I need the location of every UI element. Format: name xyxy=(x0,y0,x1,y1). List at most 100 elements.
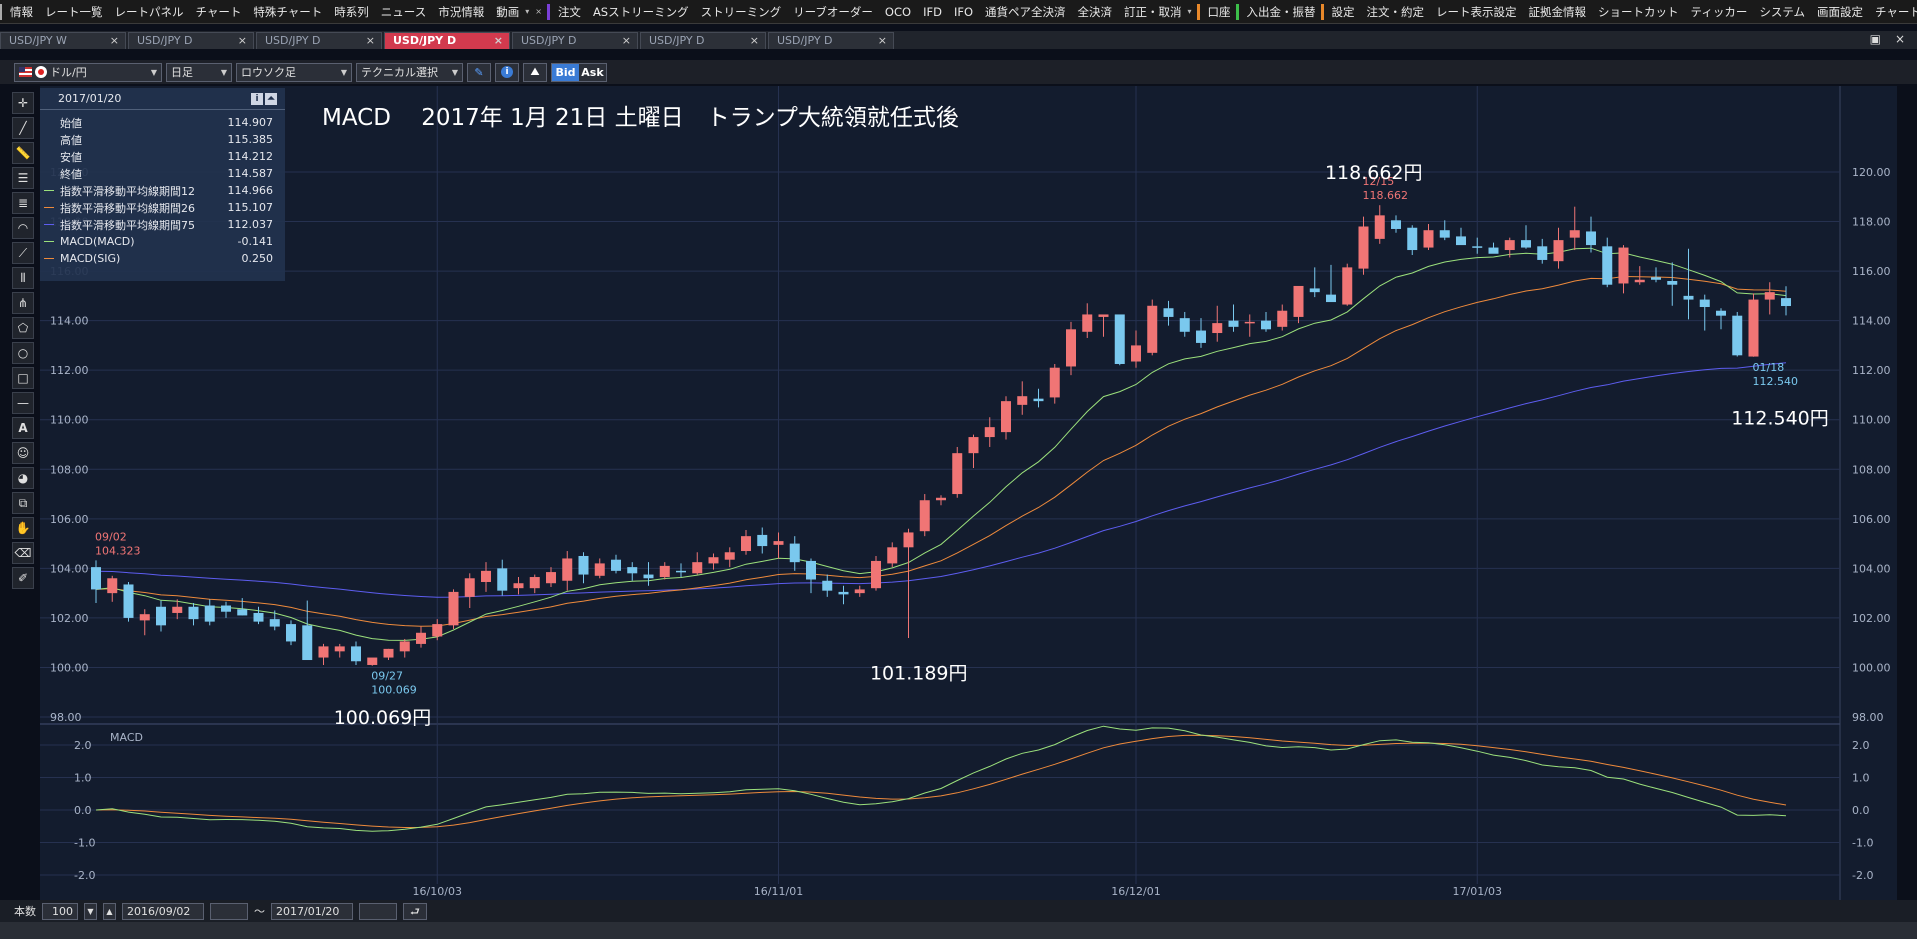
count-down-icon[interactable]: ▼ xyxy=(84,902,97,920)
tab-usdjpy[interactable]: USD/JPY D × xyxy=(512,32,638,49)
menu-item[interactable]: チャート xyxy=(1869,0,1917,23)
menu-item[interactable]: レート表示設定 xyxy=(1430,0,1523,23)
eraser-tool[interactable]: ⌫ xyxy=(12,542,34,564)
from-time-input[interactable] xyxy=(210,902,248,920)
menu-item[interactable]: レートパネル xyxy=(109,0,190,23)
menu-item[interactable]: 特殊チャート xyxy=(247,0,328,23)
restore-window-icon[interactable]: ▣ xyxy=(1870,32,1881,46)
menu-item[interactable]: 証拠金情報 xyxy=(1523,0,1593,23)
area-chart-button[interactable]: ⛰ xyxy=(523,62,547,82)
info-row: MACD(MACD) -0.141 xyxy=(40,233,285,250)
candle-body xyxy=(1748,299,1759,357)
candle-body xyxy=(741,536,751,552)
tab-usdjpy[interactable]: USD/JPY D × xyxy=(768,32,894,49)
menu-item[interactable]: 設定 xyxy=(1326,0,1361,23)
to-date-input[interactable]: 2017/01/20 xyxy=(271,902,353,920)
macd-line xyxy=(95,725,1787,832)
menu-item[interactable]: レート一覧 xyxy=(39,0,109,23)
menu-item[interactable]: 市況情報 xyxy=(432,0,490,23)
from-date-input[interactable]: 2016/09/02 xyxy=(122,902,204,920)
crosshair-tool[interactable]: ✛ xyxy=(12,92,34,114)
tab-close-icon[interactable]: × xyxy=(622,33,631,49)
menu-item[interactable]: ストリーミング xyxy=(695,0,788,23)
hand-tool[interactable]: ✋ xyxy=(12,517,34,539)
tab-usdjpy[interactable]: USD/JPY D × xyxy=(640,32,766,49)
info-value: 112.037 xyxy=(227,218,274,231)
close-window-icon[interactable]: × xyxy=(1895,32,1905,46)
draw-pen-button[interactable]: ✎ xyxy=(467,62,491,82)
tab-close-icon[interactable]: × xyxy=(878,33,887,49)
tab-close-icon[interactable]: × xyxy=(494,33,503,49)
tab-close-icon[interactable]: × xyxy=(110,33,119,49)
tab-usdjpy[interactable]: USD/JPY D × xyxy=(384,32,510,49)
menu-item[interactable]: 口座 xyxy=(1202,0,1237,23)
candle-body xyxy=(172,606,183,613)
collapse-icon[interactable]: ⏶ xyxy=(265,92,277,105)
info-panel-info-icon[interactable]: i xyxy=(251,92,263,105)
text-tool[interactable]: A xyxy=(12,417,34,439)
menu-item[interactable]: 注文・約定 xyxy=(1361,0,1431,23)
menu-item[interactable]: リーブオーダー xyxy=(787,0,879,23)
apply-range-button[interactable]: ⮐ xyxy=(403,902,427,920)
tab-usdjpy[interactable]: USD/JPY D × xyxy=(128,32,254,49)
chart-area[interactable]: 98.00 98.00 100.00 100.00 102.00 102.00 104.00… xyxy=(40,86,1897,900)
menu-item[interactable]: チャート xyxy=(190,0,248,23)
trendline-tool[interactable]: ╱ xyxy=(12,117,34,139)
tab-close-icon[interactable]: × xyxy=(750,33,759,49)
text-icon: A xyxy=(18,421,28,435)
fib-tool[interactable]: ≣ xyxy=(12,192,34,214)
menu-item[interactable]: ASストリーミング xyxy=(587,0,695,23)
menu-item[interactable]: 画面設定 xyxy=(1811,0,1869,23)
menu-item[interactable]: システム xyxy=(1753,0,1811,23)
copy-tool[interactable]: ⧉ xyxy=(12,492,34,514)
candle-body xyxy=(1716,310,1726,316)
fan-tool[interactable]: ⟋ xyxy=(12,242,34,264)
price-chart-svg[interactable]: 98.00 98.00 100.00 100.00 102.00 102.00 104.00… xyxy=(40,86,1897,900)
bid-button[interactable]: Bid xyxy=(552,63,579,81)
chart-type-select[interactable]: ロウソク足 ▼ xyxy=(236,62,352,82)
rectangle-tool[interactable]: □ xyxy=(12,367,34,389)
timeframe-select[interactable]: 日足 ▼ xyxy=(166,62,232,82)
menu-item[interactable]: 時系列 xyxy=(328,0,375,23)
menu-item[interactable]: IFO xyxy=(948,0,979,23)
us-flag-icon xyxy=(19,67,32,77)
circle-tool[interactable]: ○ xyxy=(12,342,34,364)
menu-item[interactable]: 注文 xyxy=(552,0,587,23)
icon-stamp-tool[interactable]: ☺ xyxy=(12,442,34,464)
menu-item[interactable]: ティッカー xyxy=(1685,0,1754,23)
menu-item[interactable]: 訂正・取消 xyxy=(1118,0,1188,23)
pentagon-tool[interactable]: ⬠ xyxy=(12,317,34,339)
menu-item[interactable]: 入出金・振替 xyxy=(1241,0,1322,23)
ask-button[interactable]: Ask xyxy=(579,63,606,81)
erase-all-tool[interactable]: ✐ xyxy=(12,567,34,589)
to-time-input[interactable] xyxy=(359,902,397,920)
arc-tool[interactable]: ◠ xyxy=(12,217,34,239)
menu-item[interactable]: IFD xyxy=(917,0,948,23)
menu-dropdown-icon[interactable]: ▾ xyxy=(525,7,535,16)
menu-item[interactable]: 全決済 xyxy=(1072,0,1119,23)
tab-usdjpy[interactable]: USD/JPY W × xyxy=(0,32,126,49)
pitchfork-tool[interactable]: ⋔ xyxy=(12,292,34,314)
vlines-tool[interactable]: ⦀ xyxy=(12,267,34,289)
tab-usdjpy[interactable]: USD/JPY D × xyxy=(256,32,382,49)
tab-close-icon[interactable]: × xyxy=(366,33,375,49)
menu-item[interactable]: ニュース xyxy=(375,0,432,23)
currency-pair-select[interactable]: ドル/円 ▼ xyxy=(14,62,162,82)
indicator-tool[interactable]: ◕ xyxy=(12,467,34,489)
candle-body xyxy=(1618,247,1629,284)
count-input[interactable]: 100 xyxy=(42,902,78,920)
menu-item[interactable]: 通貨ペア全決済 xyxy=(979,0,1072,23)
menu-item[interactable]: OCO xyxy=(879,0,917,23)
count-up-icon[interactable]: ▲ xyxy=(103,902,116,920)
bid-ask-toggle[interactable]: Bid Ask xyxy=(551,62,607,82)
menu-item[interactable]: 情報 xyxy=(4,0,39,23)
hline-tool[interactable]: — xyxy=(12,392,34,414)
technical-select[interactable]: テクニカル選択 ▼ xyxy=(356,62,463,82)
ruler-tool[interactable]: 📏 xyxy=(12,142,34,164)
jp-flag-icon xyxy=(35,66,47,78)
info-button[interactable]: i xyxy=(495,62,519,82)
tab-close-icon[interactable]: × xyxy=(238,33,247,49)
menu-item[interactable]: ショートカット xyxy=(1592,0,1685,23)
hlines-tool[interactable]: ☰ xyxy=(12,167,34,189)
menu-item[interactable]: 動画 xyxy=(490,0,525,23)
